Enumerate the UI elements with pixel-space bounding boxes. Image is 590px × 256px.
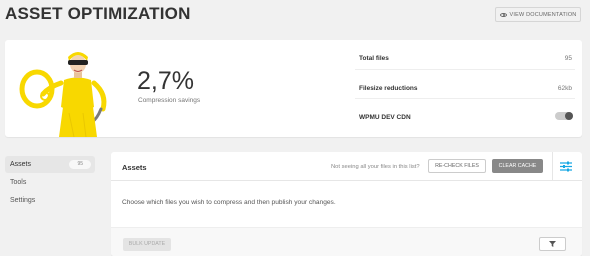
clear-cache-button[interactable]: CLEAR CACHE xyxy=(492,159,543,173)
assets-header: Assets Not seeing all your files in this… xyxy=(111,152,582,181)
compression-value: 2,7% xyxy=(137,67,194,95)
filesize-reductions-label: Filesize reductions xyxy=(359,84,418,92)
summary-box: 2,7% Compression savings Total files 95 … xyxy=(5,40,582,137)
sidebar-item-label: Settings xyxy=(10,197,36,204)
view-documentation-label: VIEW DOCUMENTATION xyxy=(509,11,577,18)
assets-footer: BULK UPDATE xyxy=(111,227,582,256)
filter-button[interactable] xyxy=(539,237,566,251)
toggle-knob xyxy=(565,112,573,120)
sidebar-item-label: Tools xyxy=(10,179,27,186)
assets-hint: Not seeing all your files in this list? xyxy=(331,164,420,170)
eye-icon xyxy=(499,12,507,17)
view-documentation-button[interactable]: VIEW DOCUMENTATION xyxy=(495,7,581,22)
filter-icon xyxy=(549,241,556,247)
sidebar-item-assets[interactable]: Assets 95 xyxy=(5,156,95,173)
cdn-toggle[interactable] xyxy=(555,112,573,120)
settings-sliders-icon[interactable] xyxy=(560,161,572,172)
sidebar-nav: Assets 95 Tools Settings xyxy=(5,156,95,210)
assets-title: Assets xyxy=(122,163,147,172)
cdn-row: WPMU DEV CDN xyxy=(355,99,575,129)
page-title: ASSET OPTIMIZATION xyxy=(5,4,191,23)
assets-count-badge: 95 xyxy=(69,160,91,169)
mascot-illustration xyxy=(19,52,107,137)
total-files-row: Total files 95 xyxy=(355,40,575,70)
sidebar-item-tools[interactable]: Tools xyxy=(5,174,95,191)
filesize-reductions-value: 62kb xyxy=(557,84,572,92)
assets-description: Choose which files you wish to compress … xyxy=(122,199,336,206)
header-divider xyxy=(552,152,553,181)
compression-label: Compression savings xyxy=(138,97,201,104)
summary-rows: Total files 95 Filesize reductions 62kb … xyxy=(355,40,575,129)
cdn-label: WPMU DEV CDN xyxy=(359,114,411,121)
total-files-label: Total files xyxy=(359,55,389,62)
sidebar-item-settings[interactable]: Settings xyxy=(5,192,95,209)
filesize-reductions-row: Filesize reductions 62kb xyxy=(355,70,575,99)
recheck-files-button[interactable]: RE-CHECK FILES xyxy=(428,159,486,173)
assets-panel: Assets Not seeing all your files in this… xyxy=(111,152,582,256)
total-files-value: 95 xyxy=(564,55,572,62)
sidebar-item-label: Assets xyxy=(10,161,32,168)
bulk-update-button[interactable]: BULK UPDATE xyxy=(123,238,171,251)
